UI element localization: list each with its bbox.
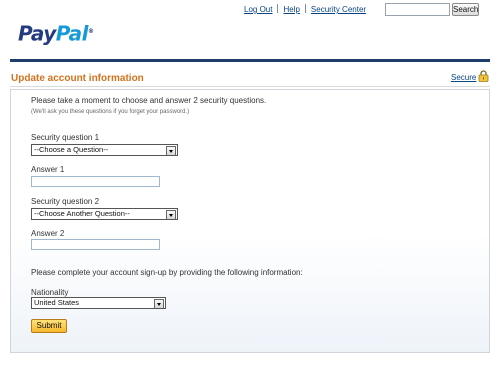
dropdown-arrow-icon[interactable]	[166, 146, 176, 155]
help-link[interactable]: Help	[283, 5, 299, 14]
security-question-1-label: Security question 1	[31, 133, 100, 142]
answer-2-input[interactable]	[31, 239, 160, 250]
search-input[interactable]	[385, 3, 450, 16]
intro-note: (We'll ask you these questions if you fo…	[31, 109, 190, 115]
answer-1-input[interactable]	[31, 176, 160, 187]
dropdown-arrow-icon[interactable]	[154, 299, 164, 308]
nationality-value: United States	[34, 298, 80, 307]
security-center-link[interactable]: Security Center	[311, 5, 366, 14]
top-links: Log Out Help Security Center	[244, 4, 366, 15]
nationality-select[interactable]: United States	[31, 297, 166, 309]
link-divider	[277, 4, 279, 13]
security-question-1-value: --Choose a Question--	[34, 145, 109, 154]
security-question-2-select[interactable]: --Choose Another Question--	[31, 208, 178, 220]
link-divider	[304, 4, 306, 13]
logout-link[interactable]: Log Out	[244, 5, 272, 14]
intro-text: Please take a moment to choose and answe…	[31, 96, 267, 105]
title-divider	[10, 86, 490, 87]
security-question-1-select[interactable]: --Choose a Question--	[31, 144, 178, 156]
page-title: Update account information	[11, 73, 144, 84]
secure-link-wrap: Secure	[451, 73, 476, 83]
dropdown-arrow-icon[interactable]	[166, 210, 176, 219]
lock-icon	[478, 70, 489, 82]
answer-1-label: Answer 1	[31, 165, 65, 174]
complete-signup-text: Please complete your account sign-up by …	[31, 268, 303, 277]
security-question-2-value: --Choose Another Question--	[34, 209, 130, 218]
search-button[interactable]: Search	[452, 3, 479, 16]
header-divider	[10, 59, 490, 62]
answer-2-label: Answer 2	[31, 229, 65, 238]
secure-link[interactable]: Secure	[451, 73, 476, 82]
submit-button[interactable]: Submit	[31, 319, 67, 333]
form-panel	[10, 89, 490, 353]
paypal-logo: PayPal®	[18, 21, 94, 46]
security-question-2-label: Security question 2	[31, 197, 100, 206]
